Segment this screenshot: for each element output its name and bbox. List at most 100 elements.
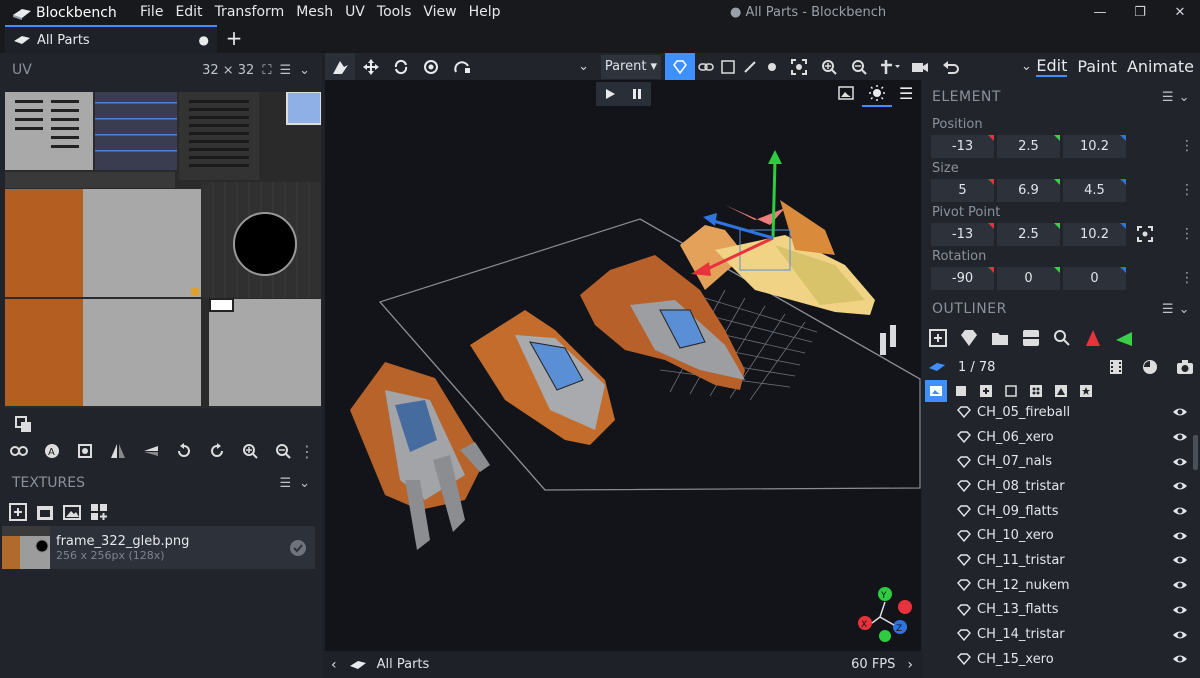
- menu-edit[interactable]: Edit: [169, 0, 208, 25]
- lighting-toggle[interactable]: [862, 80, 892, 107]
- more-options-icon[interactable]: ⋮: [1180, 138, 1194, 154]
- zoom-in-icon[interactable]: [233, 438, 266, 464]
- chevron-right-icon[interactable]: ›: [907, 657, 913, 673]
- eye-icon[interactable]: [1172, 431, 1188, 443]
- outliner-item[interactable]: CH_07_nals: [922, 449, 1188, 474]
- chevron-down-icon[interactable]: ⌄: [477, 53, 597, 80]
- mode-edit[interactable]: Edit: [1036, 56, 1068, 77]
- close-button[interactable]: ✕: [1160, 0, 1200, 25]
- crosshair-icon[interactable]: [875, 53, 905, 80]
- outliner-item[interactable]: CH_08_tristar: [922, 474, 1188, 499]
- eye-icon[interactable]: [1172, 653, 1188, 665]
- film-icon[interactable]: [1108, 359, 1124, 375]
- pause-icon[interactable]: [631, 88, 643, 100]
- maximize-button[interactable]: ❐: [1120, 0, 1160, 25]
- camera-icon[interactable]: [1176, 359, 1194, 375]
- uv-editor-canvas[interactable]: [5, 92, 321, 408]
- eye-icon[interactable]: [1172, 554, 1188, 566]
- outliner-item[interactable]: CH_09_flatts: [922, 499, 1188, 524]
- transform-space-select[interactable]: Parent ▾: [601, 54, 661, 79]
- rotate-tool-icon[interactable]: [386, 53, 416, 80]
- load-texture-icon[interactable]: [62, 502, 82, 522]
- filter-add-icon[interactable]: [975, 380, 997, 402]
- gem-icon[interactable]: [664, 53, 696, 80]
- link-icon[interactable]: [2, 438, 35, 464]
- zoom-in-icon[interactable]: [814, 53, 844, 80]
- checkmark-icon[interactable]: [289, 539, 307, 557]
- rotate-right-icon[interactable]: [200, 438, 233, 464]
- timer-icon[interactable]: [1142, 359, 1158, 375]
- rotation-y-input[interactable]: 0: [997, 266, 1060, 290]
- outliner-item[interactable]: CH_11_tristar: [922, 548, 1188, 573]
- menu-transform[interactable]: Transform: [209, 0, 291, 25]
- outliner-item[interactable]: CH_14_tristar: [922, 622, 1188, 647]
- filter-outline-icon[interactable]: [1000, 380, 1022, 402]
- zoom-out-icon[interactable]: [266, 438, 299, 464]
- add-texture-icon[interactable]: [8, 502, 28, 522]
- x-axis-icon[interactable]: [1083, 328, 1103, 348]
- camera-icon[interactable]: [905, 53, 935, 80]
- chevron-down-icon[interactable]: ⌄: [966, 53, 1040, 80]
- mode-animate[interactable]: Animate: [1127, 57, 1194, 76]
- filter-star-icon[interactable]: [1075, 380, 1097, 402]
- menu-icon[interactable]: ☰: [279, 476, 291, 491]
- more-options-icon[interactable]: ⋮: [1180, 182, 1194, 198]
- vertex-icon[interactable]: [761, 53, 783, 80]
- chevron-down-icon[interactable]: ⌄: [299, 63, 310, 78]
- pivot-tool-icon[interactable]: [416, 53, 446, 80]
- eye-icon[interactable]: [1172, 579, 1188, 591]
- eye-icon[interactable]: [1172, 406, 1188, 418]
- translate-icon[interactable]: [355, 53, 385, 80]
- pivot-x-input[interactable]: -13: [931, 222, 994, 246]
- new-tab-button[interactable]: +: [225, 25, 243, 53]
- copy-icon[interactable]: [6, 411, 39, 437]
- menu-icon[interactable]: ☰: [279, 63, 291, 78]
- position-x-input[interactable]: -13: [931, 134, 994, 158]
- menu-icon[interactable]: ☰ ⌄: [1162, 302, 1190, 317]
- size-x-input[interactable]: 5: [931, 178, 994, 202]
- more-options-icon[interactable]: ⋮: [299, 438, 315, 464]
- filter-dots-icon[interactable]: [1025, 380, 1047, 402]
- unsaved-indicator[interactable]: ●: [199, 33, 209, 47]
- menu-view[interactable]: View: [417, 0, 462, 25]
- chevron-left-icon[interactable]: ‹: [331, 657, 337, 673]
- rotation-z-input[interactable]: 0: [1063, 266, 1126, 290]
- menu-icon[interactable]: ☰ ⌄: [1162, 90, 1190, 105]
- fullscreen-icon[interactable]: ⛶: [262, 63, 271, 78]
- square-select-icon[interactable]: [717, 53, 739, 80]
- size-y-input[interactable]: 6.9: [997, 178, 1060, 202]
- image-icon[interactable]: [838, 85, 854, 101]
- eye-icon[interactable]: [1172, 530, 1188, 542]
- mirror-y-icon[interactable]: [134, 438, 167, 464]
- pivot-y-input[interactable]: 2.5: [997, 222, 1060, 246]
- tab-all-parts[interactable]: All Parts ●: [5, 25, 217, 53]
- rotate-left-icon[interactable]: [167, 438, 200, 464]
- y-axis-icon[interactable]: [1114, 328, 1134, 348]
- maximize-uv-icon[interactable]: [68, 438, 101, 464]
- texture-grid-icon[interactable]: [89, 502, 109, 522]
- mirror-x-icon[interactable]: [101, 438, 134, 464]
- link-icon[interactable]: [695, 53, 717, 80]
- eye-icon[interactable]: [1172, 480, 1188, 492]
- menu-uv[interactable]: UV: [339, 0, 371, 25]
- texture-list-item[interactable]: frame_322_gleb.png 256 x 256px (128x): [2, 526, 315, 569]
- center-pivot-icon[interactable]: [1137, 226, 1153, 242]
- collection-icon[interactable]: [1021, 328, 1041, 348]
- filter-cube-icon[interactable]: [950, 380, 972, 402]
- add-mesh-icon[interactable]: [959, 328, 979, 348]
- more-options-icon[interactable]: ⋮: [1180, 226, 1194, 242]
- zoom-out-icon[interactable]: [844, 53, 874, 80]
- auto-uv-icon[interactable]: A: [35, 438, 68, 464]
- size-z-input[interactable]: 4.5: [1063, 178, 1126, 202]
- edge-icon[interactable]: [739, 53, 761, 80]
- pivot-z-input[interactable]: 10.2: [1063, 222, 1126, 246]
- position-y-input[interactable]: 2.5: [997, 134, 1060, 158]
- outliner-item[interactable]: CH_10_xero: [922, 523, 1188, 548]
- mode-paint[interactable]: Paint: [1077, 57, 1117, 76]
- outliner-item[interactable]: CH_13_flatts: [922, 598, 1188, 623]
- play-icon[interactable]: [604, 88, 616, 100]
- vertex-snap-icon[interactable]: [446, 53, 476, 80]
- uv-size-label[interactable]: 32 ⨯ 32: [202, 63, 254, 78]
- eye-icon[interactable]: [1172, 456, 1188, 468]
- rotation-x-input[interactable]: -90: [931, 266, 994, 290]
